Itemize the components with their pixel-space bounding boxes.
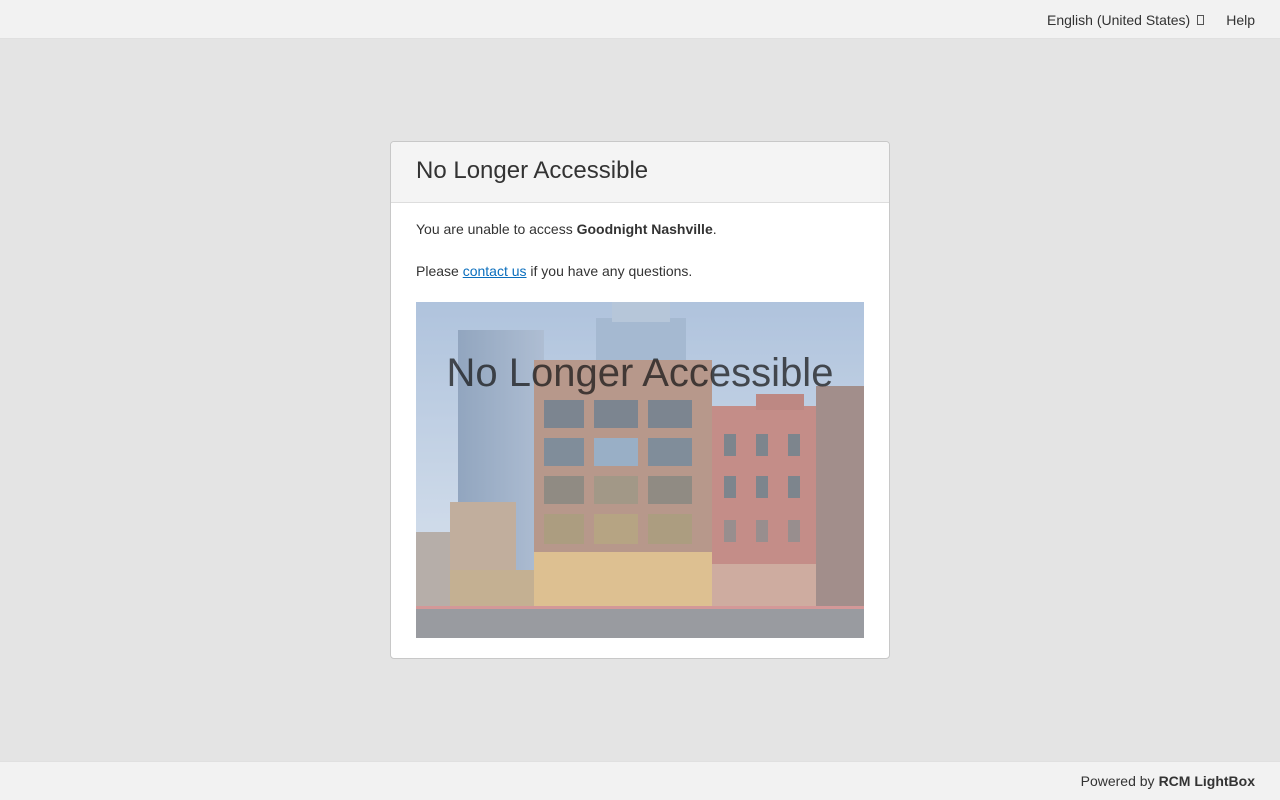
brand-name: RCM LightBox bbox=[1158, 773, 1255, 789]
help-link[interactable]: Help bbox=[1226, 12, 1255, 28]
project-name: Goodnight Nashville bbox=[576, 221, 713, 237]
page-title: No Longer Accessible bbox=[416, 157, 649, 184]
access-message: You are unable to access Goodnight Nashv… bbox=[416, 219, 864, 239]
dropdown-icon bbox=[1197, 14, 1205, 25]
footer: Powered by RCM LightBox bbox=[0, 761, 1280, 800]
language-label: English (United States) bbox=[1047, 11, 1191, 28]
contact-message-suffix: if you have any questions. bbox=[526, 263, 693, 279]
card-body: You are unable to access Goodnight Nashv… bbox=[391, 203, 889, 281]
access-card: No Longer Accessible You are unable to a… bbox=[390, 141, 890, 659]
top-bar: English (United States) Help bbox=[0, 0, 1280, 39]
footer-credit: Powered by RCM LightBox bbox=[1081, 762, 1255, 800]
access-message-suffix: . bbox=[712, 221, 717, 237]
image-caption: No Longer Accessible bbox=[446, 351, 834, 395]
powered-by-label: Powered by bbox=[1080, 773, 1155, 789]
project-image: No Longer Accessible bbox=[416, 302, 864, 638]
contact-message-prefix: Please bbox=[416, 263, 463, 279]
language-selector[interactable]: English (United States) bbox=[1047, 11, 1205, 28]
contact-message: Please contact us if you have any questi… bbox=[416, 261, 864, 281]
access-message-prefix: You are unable to access bbox=[416, 221, 577, 237]
top-bar-actions: English (United States) Help bbox=[1047, 0, 1255, 39]
card-header: No Longer Accessible bbox=[391, 142, 889, 203]
contact-us-link[interactable]: contact us bbox=[463, 263, 527, 279]
